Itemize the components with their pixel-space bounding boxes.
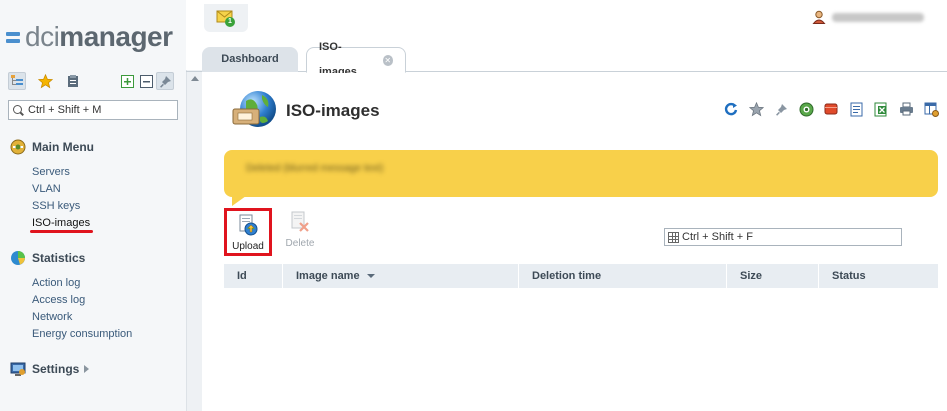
menu-item-network[interactable]: Network (32, 309, 132, 326)
highlight-underline (30, 230, 93, 233)
logo-text-bold: manager (59, 21, 173, 52)
main-content: ISO-images Deleted (blurred message text… (202, 73, 947, 411)
refresh-icon[interactable] (723, 101, 739, 117)
user-menu[interactable]: administrator (812, 10, 924, 24)
pdf-export-icon[interactable] (848, 101, 864, 117)
record-icon[interactable] (823, 101, 839, 117)
column-status[interactable]: Status (819, 264, 938, 288)
page-title: ISO-images (286, 101, 380, 120)
column-deletion-time[interactable]: Deletion time (519, 264, 727, 288)
menu-item-access-log[interactable]: Access log (32, 292, 132, 309)
expand-all-icon[interactable] (118, 72, 136, 90)
sort-desc-icon (366, 274, 375, 278)
section-main-menu-title: Main Menu (32, 140, 94, 154)
menu-item-energy-consumption[interactable]: Energy consumption (32, 326, 132, 343)
tree-view-icon[interactable] (8, 72, 26, 90)
pin-icon[interactable] (156, 72, 174, 90)
logo: dci manager (6, 21, 173, 52)
logo-text-light: dci (25, 21, 60, 52)
delete-label: Delete (285, 238, 315, 249)
section-settings[interactable]: Settings (10, 361, 90, 377)
table-settings-icon[interactable] (923, 101, 939, 117)
section-statistics[interactable]: Statistics (10, 250, 85, 266)
tab-iso-images[interactable]: ISO-images ✕ (306, 41, 406, 78)
statistics-pie-icon (11, 251, 25, 265)
main-menu-icon (10, 139, 26, 155)
statistics-list: Action log Access log Network Energy con… (32, 275, 132, 343)
sidebar: dci manager Ctrl + Shift + M Main Menu S… (0, 0, 186, 411)
column-image-name[interactable]: Image name (283, 264, 519, 288)
menu-item-servers[interactable]: Servers (32, 164, 90, 181)
favorites-star-icon[interactable] (36, 72, 54, 90)
sidebar-splitter[interactable] (186, 70, 202, 411)
notifications-count: 1 (228, 18, 232, 25)
close-tab-icon[interactable]: ✕ (382, 54, 393, 66)
menu-item-ssh-keys[interactable]: SSH keys (32, 198, 90, 215)
column-size[interactable]: Size (727, 264, 819, 288)
column-size-label: Size (740, 270, 763, 282)
settings-monitor-icon (10, 362, 26, 376)
favorite-star-icon[interactable] (748, 101, 764, 117)
user-avatar-icon (812, 10, 826, 24)
grid-filter-icon (668, 231, 679, 243)
menu-item-action-log[interactable]: Action log (32, 275, 132, 292)
menu-item-vlan[interactable]: VLAN (32, 181, 90, 198)
column-deletion-time-label: Deletion time (532, 270, 602, 282)
collapse-all-icon[interactable] (137, 72, 155, 90)
grid-search[interactable] (664, 228, 902, 246)
notification-envelope-icon (216, 10, 235, 27)
upload-button[interactable]: Upload (224, 208, 272, 256)
section-settings-title: Settings (32, 362, 80, 376)
info-banner-message: Deleted (blurred message text) (246, 163, 384, 174)
pin-page-icon[interactable] (773, 101, 789, 117)
section-main-menu[interactable]: Main Menu (10, 139, 94, 155)
upload-icon (239, 214, 258, 236)
table-header: Id Image name Deletion time Size Status (224, 264, 938, 288)
search-icon (13, 104, 24, 116)
scroll-up-arrow-icon[interactable] (191, 76, 199, 81)
delete-button[interactable]: Delete (276, 208, 324, 256)
app-root: dci manager Ctrl + Shift + M Main Menu S… (0, 0, 947, 411)
notifications-button[interactable]: 1 (204, 4, 248, 32)
main-menu-list: Servers VLAN SSH keys ISO-images (32, 164, 90, 232)
column-id[interactable]: Id (224, 264, 283, 288)
column-image-name-label: Image name (296, 270, 360, 282)
sidebar-search[interactable] (8, 100, 178, 120)
section-statistics-title: Statistics (32, 251, 86, 265)
sidebar-toolbar (8, 72, 178, 92)
username: administrator (832, 12, 924, 22)
upload-label: Upload (232, 241, 264, 252)
clipboard-icon[interactable] (64, 72, 82, 90)
excel-export-icon[interactable] (873, 101, 889, 117)
help-globe-icon[interactable] (798, 101, 814, 117)
page-toolbar (714, 101, 939, 117)
info-banner: Deleted (blurred message text) (224, 150, 938, 206)
chevron-right-icon (84, 365, 90, 373)
tab-dashboard[interactable]: Dashboard (202, 47, 298, 72)
tab-bar: Dashboard ISO-images ✕ (186, 41, 947, 78)
logo-bars-icon (6, 29, 20, 46)
grid-search-input[interactable] (682, 231, 896, 243)
iso-images-globe-icon (232, 91, 276, 127)
sidebar-search-input[interactable] (28, 104, 176, 116)
column-id-label: Id (237, 270, 247, 282)
delete-icon (291, 211, 309, 232)
column-status-label: Status (832, 270, 866, 282)
print-icon[interactable] (898, 101, 914, 117)
